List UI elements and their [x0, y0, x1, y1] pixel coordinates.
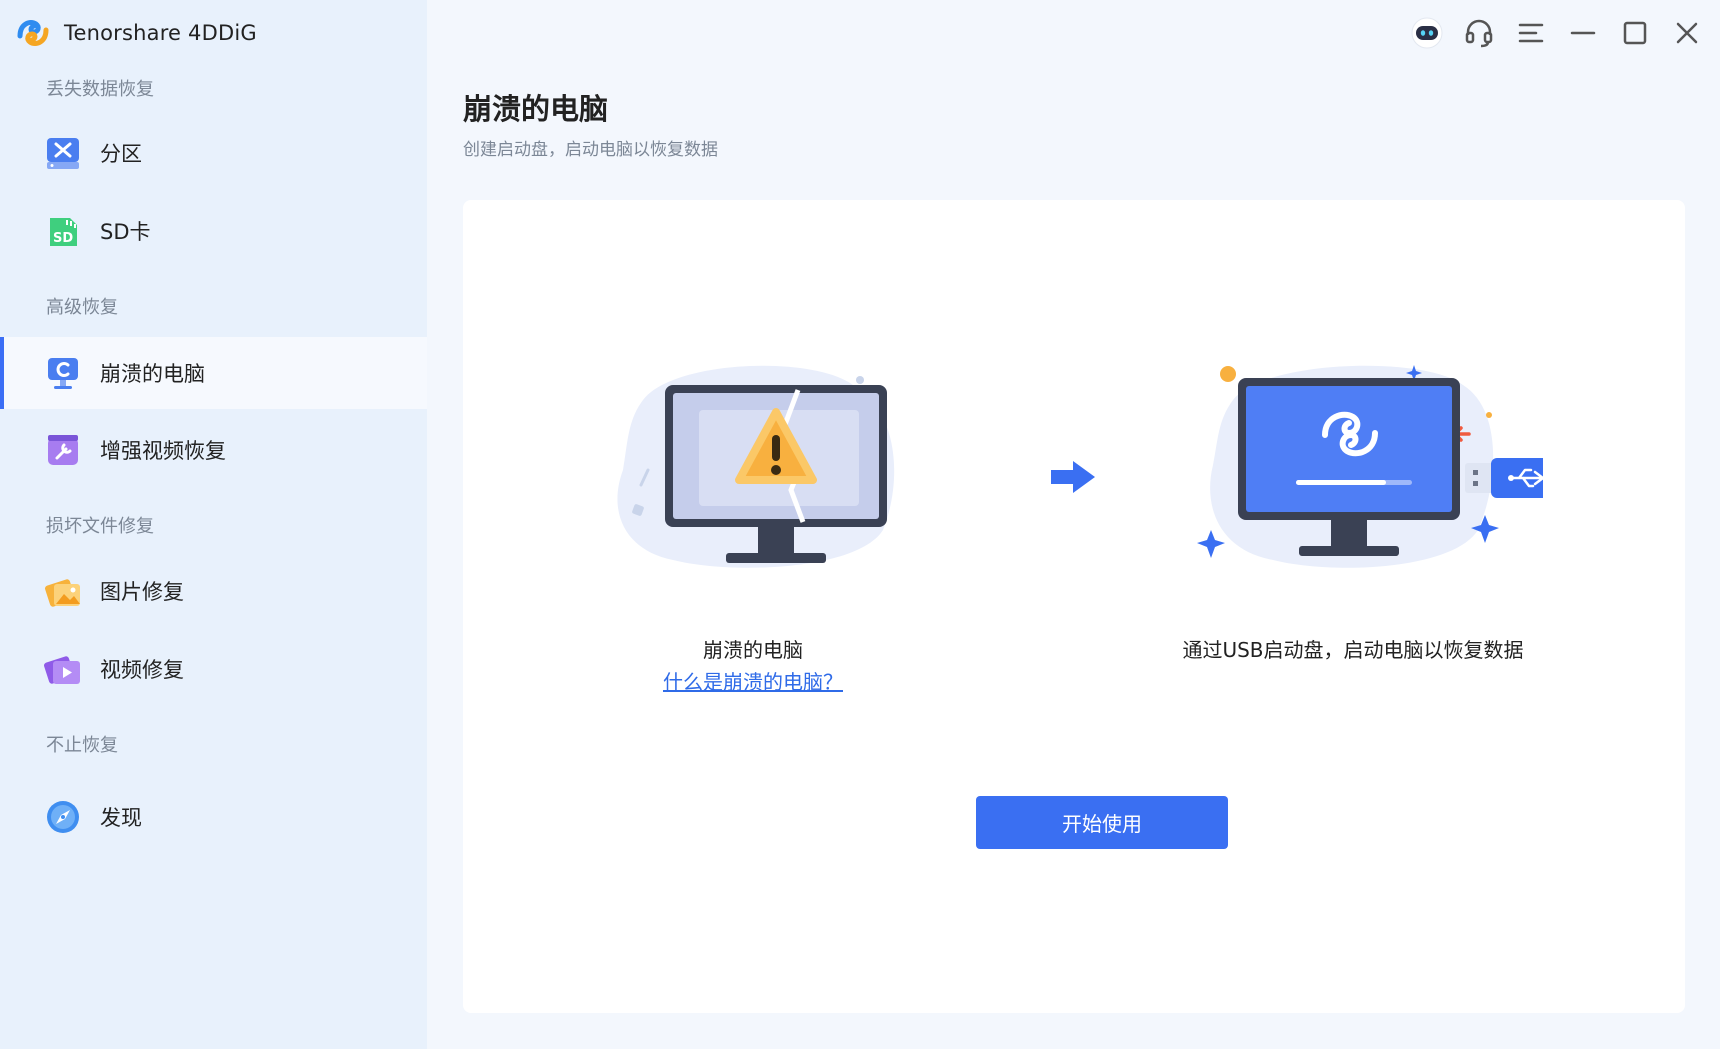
minimize-button[interactable]	[1564, 14, 1602, 52]
section-beyond-recovery: 不止恢复	[46, 735, 118, 756]
sidebar-item-video-enhance[interactable]: 增强视频恢复	[0, 414, 427, 486]
sidebar-item-label: 发现	[100, 806, 142, 830]
crashed-monitor-illustration	[617, 365, 895, 568]
sidebar-item-label: 图片修复	[100, 580, 184, 604]
sidebar-item-sd-card[interactable]: SD SD卡	[0, 195, 427, 267]
crashed-computer-caption: 崩溃的电脑	[703, 638, 803, 662]
assistant-button[interactable]	[1408, 14, 1446, 52]
page-title: 崩溃的电脑	[463, 92, 609, 126]
sidebar-item-label: 崩溃的电脑	[100, 362, 205, 386]
menu-icon	[1518, 23, 1544, 43]
svg-text:SD: SD	[53, 231, 73, 246]
compass-icon	[47, 801, 79, 833]
sidebar-item-label: 增强视频恢复	[100, 439, 226, 463]
close-button[interactable]	[1668, 14, 1706, 52]
what-is-crashed-computer-link[interactable]: 什么是崩溃的电脑？	[643, 666, 863, 695]
assistant-robot-icon	[1411, 17, 1443, 49]
sidebar-item-video-repair[interactable]: 视频修复	[0, 633, 427, 705]
support-button[interactable]	[1460, 14, 1498, 52]
video-repair-icon	[44, 656, 80, 684]
app-logo-icon	[17, 20, 49, 46]
minimize-icon	[1570, 31, 1596, 35]
photo-repair-icon	[45, 579, 80, 607]
usb-boot-illustration	[1197, 365, 1543, 568]
maximize-icon	[1623, 21, 1647, 45]
brand: Tenorshare 4DDiG	[14, 14, 257, 52]
start-button[interactable]: 开始使用	[976, 796, 1228, 849]
main-panel: 崩溃的电脑 创建启动盘，启动电脑以恢复数据 崩溃的电脑 什么是崩溃的电脑？ 通过…	[427, 0, 1720, 1049]
title-bar	[1408, 14, 1706, 52]
sidebar-item-label: 分区	[100, 142, 142, 166]
sidebar-item-label: SD卡	[100, 220, 151, 244]
close-icon	[1676, 22, 1698, 44]
app-window: Tenorshare 4DDiG 丢失数据恢复 分区 SD SD卡 高级恢复 崩…	[0, 0, 1720, 1049]
menu-button[interactable]	[1512, 14, 1550, 52]
partition-icon	[47, 138, 79, 169]
section-file-repair: 损坏文件修复	[46, 516, 154, 537]
sidebar-item-crashed-computer[interactable]: 崩溃的电脑	[0, 337, 427, 409]
maximize-button[interactable]	[1616, 14, 1654, 52]
sd-card-icon: SD	[50, 218, 77, 246]
sidebar-item-partition[interactable]: 分区	[0, 117, 427, 189]
content-card: 崩溃的电脑 什么是崩溃的电脑？ 通过USB启动盘，启动电脑以恢复数据 开始使用	[463, 200, 1685, 1013]
page-subtitle: 创建启动盘，启动电脑以恢复数据	[463, 140, 718, 160]
crashed-computer-icon	[48, 358, 78, 389]
sidebar-item-photo-repair[interactable]: 图片修复	[0, 555, 427, 627]
arrow-right-icon	[1051, 461, 1095, 493]
app-title: Tenorshare 4DDiG	[64, 21, 257, 45]
usb-boot-caption: 通过USB启动盘，启动电脑以恢复数据	[1182, 638, 1524, 662]
sidebar-item-discover[interactable]: 发现	[0, 781, 427, 853]
section-advanced: 高级恢复	[46, 297, 118, 318]
video-enhance-icon	[48, 435, 78, 465]
sidebar-item-label: 视频修复	[100, 658, 184, 682]
section-lost-data: 丢失数据恢复	[46, 79, 154, 100]
sidebar: Tenorshare 4DDiG 丢失数据恢复 分区 SD SD卡 高级恢复 崩…	[0, 0, 427, 1049]
headset-icon	[1465, 19, 1493, 48]
